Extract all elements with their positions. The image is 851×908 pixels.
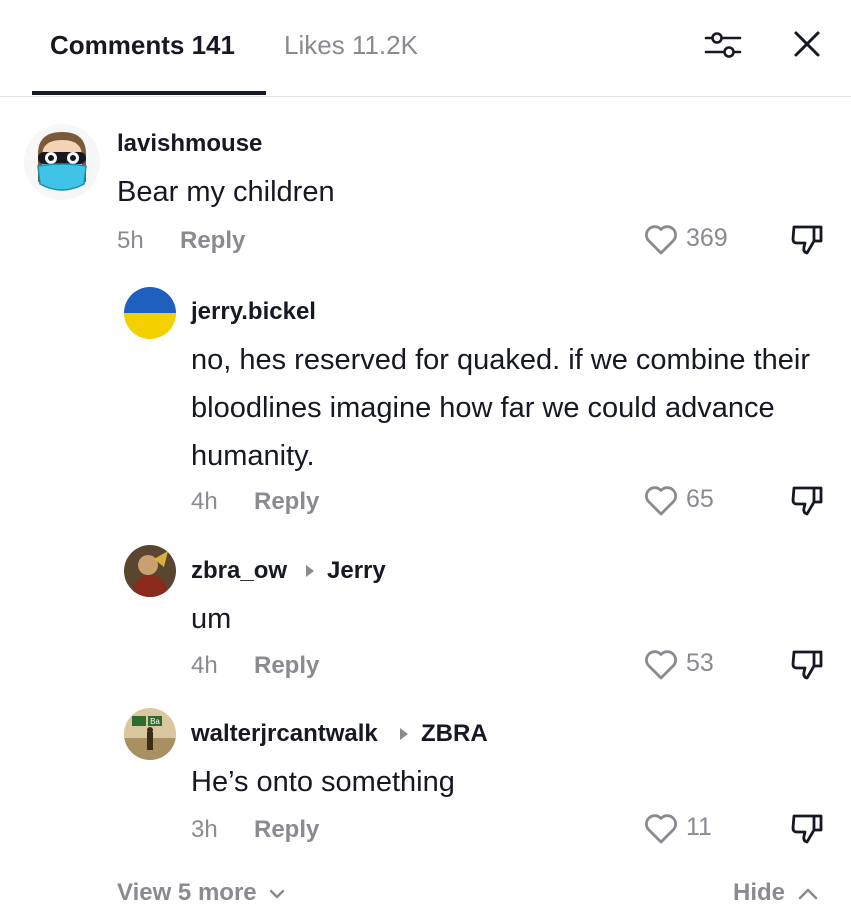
chevron-up-icon	[798, 888, 817, 899]
reply-button[interactable]: Reply	[180, 226, 245, 256]
ukraine-flag-avatar-icon	[124, 287, 176, 339]
dislike-icon[interactable]	[790, 647, 824, 681]
view-more-replies-button[interactable]: View 5 more	[117, 878, 285, 908]
breaking-bad-avatar-icon: Ba	[124, 708, 176, 760]
comment-text: Bear my children	[117, 176, 335, 208]
comment-time: 3h	[191, 816, 218, 843]
active-tab-indicator	[32, 91, 266, 95]
username[interactable]: zbra_ow	[191, 556, 287, 586]
comments-header: Comments 141 Likes 11.2K	[0, 0, 851, 97]
hide-replies-button[interactable]: Hide	[733, 878, 818, 908]
username[interactable]: jerry.bickel	[191, 297, 316, 327]
like-count: 11	[686, 813, 712, 841]
heart-icon[interactable]	[643, 222, 679, 256]
comment-text: um	[191, 603, 232, 635]
reply-arrow-icon	[400, 728, 408, 740]
dislike-icon[interactable]	[790, 811, 824, 845]
like-count: 53	[686, 649, 714, 677]
username[interactable]: walterjrcantwalk	[191, 719, 378, 749]
svg-text:Ba: Ba	[150, 717, 160, 726]
sliders-icon[interactable]	[704, 30, 742, 60]
reply-to-username[interactable]: Jerry	[327, 556, 386, 586]
close-icon[interactable]	[792, 29, 822, 59]
comment-time: 4h	[191, 488, 218, 515]
avatar[interactable]	[124, 545, 176, 597]
username[interactable]: lavishmouse	[117, 129, 262, 159]
avatar[interactable]	[24, 124, 100, 200]
heart-icon[interactable]	[643, 811, 679, 845]
comment-text: no, hes reserved for quaked. if we combi…	[191, 344, 810, 472]
reply-button[interactable]: Reply	[254, 487, 319, 517]
comment-text: He’s onto something	[191, 766, 455, 798]
avatar[interactable]	[124, 287, 176, 339]
hide-label: Hide	[733, 879, 786, 906]
warrior-avatar-icon	[124, 545, 176, 597]
tab-likes[interactable]: Likes 11.2K	[284, 28, 418, 62]
dislike-icon[interactable]	[790, 483, 824, 517]
view-more-label: View 5 more	[117, 879, 257, 906]
avatar[interactable]: Ba	[124, 708, 176, 760]
chevron-down-icon	[270, 889, 285, 898]
comment-time: 5h	[117, 227, 144, 254]
like-count: 369	[686, 224, 728, 252]
masked-character-avatar-icon	[24, 124, 100, 200]
heart-icon[interactable]	[643, 647, 679, 681]
reply-to-username[interactable]: ZBRA	[421, 719, 488, 749]
heart-icon[interactable]	[643, 483, 679, 517]
tab-comments[interactable]: Comments 141	[50, 28, 235, 62]
comment-time: 4h	[191, 652, 218, 679]
dislike-icon[interactable]	[790, 222, 824, 256]
reply-button[interactable]: Reply	[254, 651, 319, 681]
like-count: 65	[686, 485, 714, 513]
reply-arrow-icon	[306, 565, 314, 577]
reply-button[interactable]: Reply	[254, 815, 319, 845]
